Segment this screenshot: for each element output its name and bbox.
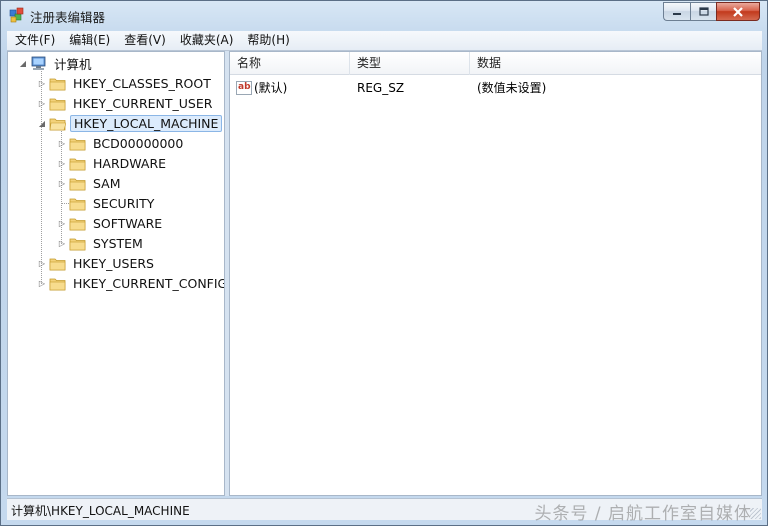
values-list-pane[interactable]: 名称 类型 数据 ab (默认) REG_SZ (数值未设置)	[229, 51, 762, 496]
regedit-window: 注册表编辑器 文件(F) 编辑(E) 查看(V) 收藏夹(A) 帮助(H) ◢ …	[0, 0, 768, 526]
collapsed-arrow-icon[interactable]: ▷	[57, 218, 67, 228]
title-bar[interactable]: 注册表编辑器	[1, 1, 767, 29]
tree-node-computer[interactable]: ◢ 计算机	[18, 53, 95, 73]
computer-icon	[31, 56, 46, 70]
open-folder-icon	[49, 118, 66, 130]
tree-label-computer: 计算机	[54, 56, 92, 72]
tree-label-hkcu: HKEY_CURRENT_USER	[73, 95, 213, 111]
tree-node-hku[interactable]: ▷ HKEY_USERS	[37, 253, 157, 273]
string-value-icon: ab	[236, 81, 252, 95]
folder-icon	[69, 218, 86, 230]
collapsed-arrow-icon[interactable]: ▷	[37, 258, 47, 268]
minimize-icon	[673, 12, 681, 15]
collapsed-arrow-icon[interactable]: ▷	[57, 138, 67, 148]
tree-node-security[interactable]: SECURITY	[57, 193, 157, 213]
tree-node-sam[interactable]: ▷ SAM	[57, 173, 124, 193]
folder-icon	[49, 98, 66, 110]
value-type: REG_SZ	[357, 81, 405, 95]
menu-view[interactable]: 查看(V)	[116, 31, 172, 50]
tree-label-security: SECURITY	[93, 195, 155, 211]
tree-label-hardware: HARDWARE	[93, 155, 167, 171]
folder-icon	[49, 278, 66, 290]
expanded-arrow-icon[interactable]: ◢	[18, 58, 28, 68]
tree-label-sam: SAM	[93, 175, 121, 191]
resize-grip[interactable]	[750, 508, 761, 519]
folder-icon	[49, 78, 66, 90]
menu-favorites[interactable]: 收藏夹(A)	[172, 31, 240, 50]
status-path: 计算机\HKEY_LOCAL_MACHINE	[11, 504, 190, 518]
window-title: 注册表编辑器	[30, 10, 106, 25]
column-header-row: 名称 类型 数据	[230, 52, 761, 75]
column-header-data[interactable]: 数据	[470, 52, 761, 75]
menu-file[interactable]: 文件(F)	[7, 31, 61, 50]
minimize-button[interactable]	[663, 2, 690, 21]
folder-icon	[69, 178, 86, 190]
tree-node-bcd[interactable]: ▷ BCD00000000	[57, 133, 186, 153]
tree-label-hklm: HKEY_LOCAL_MACHINE	[70, 114, 223, 132]
collapsed-arrow-icon[interactable]: ▷	[57, 178, 67, 188]
tree-label-hkcr: HKEY_CLASSES_ROOT	[73, 75, 211, 91]
maximize-icon	[698, 6, 709, 16]
column-header-type[interactable]: 类型	[350, 52, 470, 75]
tree-label-software: SOFTWARE	[93, 215, 163, 231]
watermark-text: 头条号 / 启航工作室自媒体	[534, 504, 752, 524]
status-bar: 计算机\HKEY_LOCAL_MACHINE 头条号 / 启航工作室自媒体	[7, 498, 762, 524]
menu-help[interactable]: 帮助(H)	[239, 31, 295, 50]
tree-label-system: SYSTEM	[93, 235, 143, 251]
close-button[interactable]	[716, 2, 760, 21]
tree-node-hardware[interactable]: ▷ HARDWARE	[57, 153, 169, 173]
value-name: (默认)	[254, 81, 288, 95]
folder-icon	[69, 138, 86, 150]
tree-node-hkcr[interactable]: ▷ HKEY_CLASSES_ROOT	[37, 73, 214, 93]
tree-node-hklm[interactable]: ◢ HKEY_LOCAL_MACHINE	[37, 113, 223, 133]
tree-label-hku: HKEY_USERS	[73, 255, 154, 271]
menu-bar: 文件(F) 编辑(E) 查看(V) 收藏夹(A) 帮助(H)	[7, 31, 762, 51]
collapsed-arrow-icon[interactable]: ▷	[37, 278, 47, 288]
folder-icon	[69, 158, 86, 170]
collapsed-arrow-icon[interactable]: ▷	[37, 98, 47, 108]
regedit-app-icon	[9, 7, 24, 23]
collapsed-arrow-icon[interactable]: ▷	[57, 238, 67, 248]
window-controls	[663, 2, 760, 21]
folder-icon	[69, 198, 86, 210]
key-tree-pane[interactable]: ◢ 计算机 ▷ HKEY_CLASSES_ROOT ▷ HKEY_CURRENT…	[7, 51, 225, 496]
menu-edit[interactable]: 编辑(E)	[61, 31, 116, 50]
tree-node-software[interactable]: ▷ SOFTWARE	[57, 213, 165, 233]
table-row[interactable]: ab (默认) REG_SZ (数值未设置)	[230, 78, 761, 98]
tree-label-bcd: BCD00000000	[93, 135, 184, 151]
folder-icon	[49, 258, 66, 270]
column-header-name[interactable]: 名称	[230, 52, 350, 75]
collapsed-arrow-icon[interactable]: ▷	[37, 78, 47, 88]
close-icon	[733, 6, 743, 17]
tree-label-hkcc: HKEY_CURRENT_CONFIG	[73, 275, 225, 291]
maximize-button[interactable]	[690, 2, 716, 21]
expanded-arrow-icon[interactable]: ◢	[37, 118, 47, 128]
folder-icon	[69, 238, 86, 250]
tree-node-system[interactable]: ▷ SYSTEM	[57, 233, 146, 253]
tree-node-hkcc[interactable]: ▷ HKEY_CURRENT_CONFIG	[37, 273, 225, 293]
no-expander	[57, 198, 67, 208]
value-data: (数值未设置)	[477, 81, 547, 95]
tree-node-hkcu[interactable]: ▷ HKEY_CURRENT_USER	[37, 93, 215, 113]
collapsed-arrow-icon[interactable]: ▷	[57, 158, 67, 168]
